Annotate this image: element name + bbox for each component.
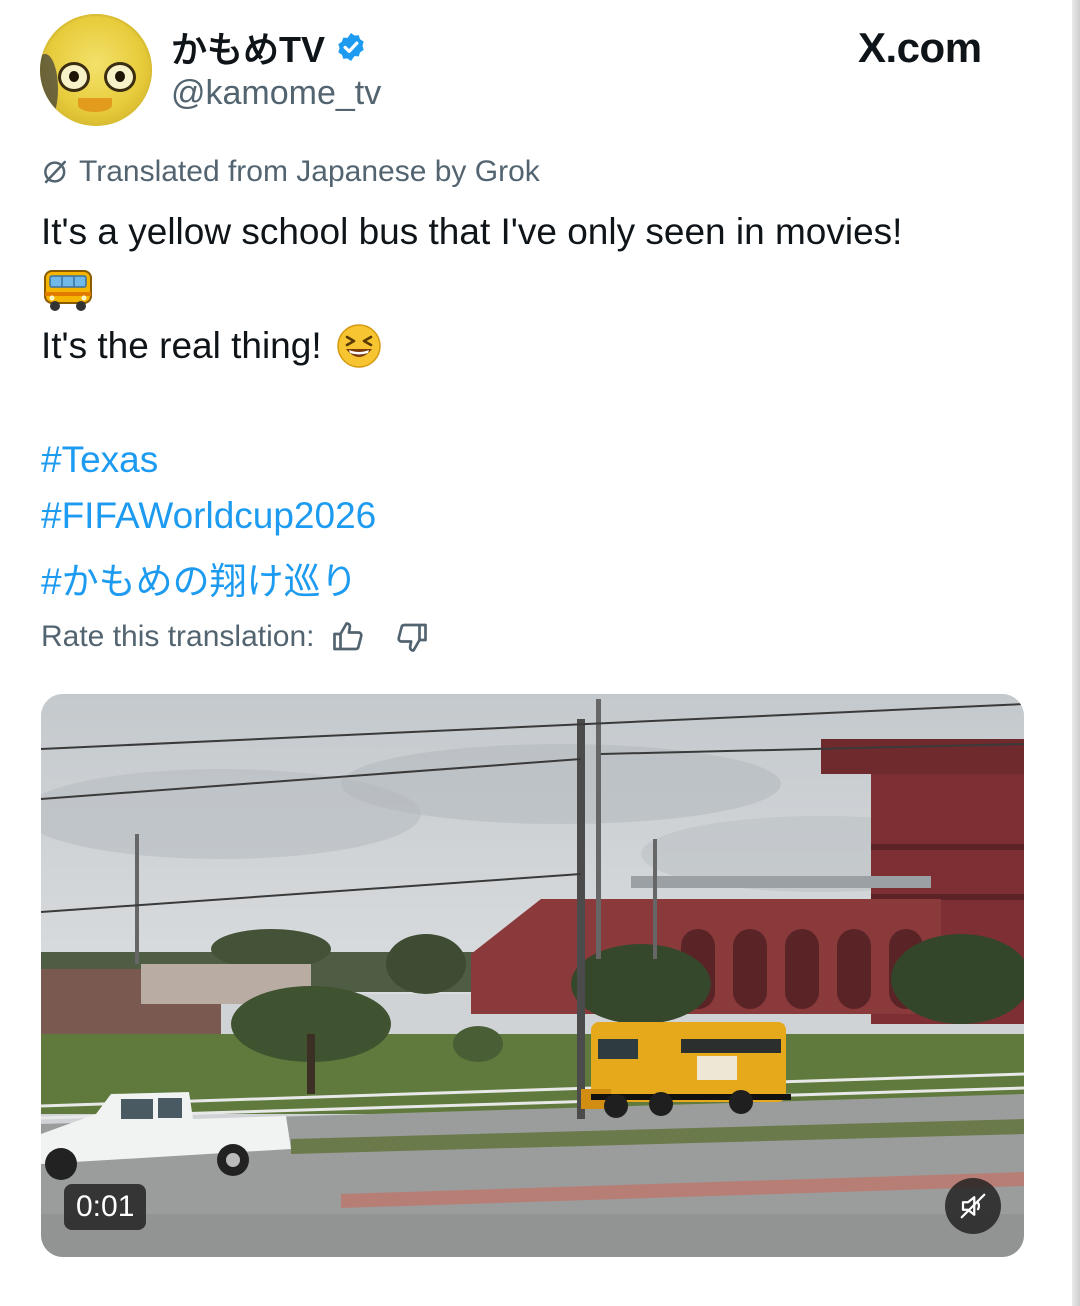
video-player[interactable]: 0:01 [41, 694, 1024, 1257]
school-bus-emoji [44, 270, 92, 311]
cloud [341, 744, 781, 824]
hashtag-link[interactable]: #かもめの翔け巡り [41, 551, 358, 605]
tree [453, 1026, 503, 1062]
screenshot-edge [1072, 0, 1080, 1306]
light-pole [596, 699, 601, 959]
tweet-text-line-3: It's the real thing! [41, 323, 382, 369]
author-name-row[interactable]: かもめTV [171, 24, 367, 70]
muted-speaker-icon [960, 1193, 986, 1219]
thumbs-down-icon[interactable] [394, 619, 430, 655]
stadium-roof [631, 876, 931, 888]
avatar-beak [78, 98, 112, 112]
tree [211, 929, 331, 969]
rate-translation-label: Rate this translation: [41, 620, 315, 653]
tree-trunk [307, 1034, 315, 1094]
utility-pole [577, 719, 585, 1119]
display-name[interactable]: かもめTV [171, 21, 325, 73]
tower-band [871, 844, 1024, 850]
light-pole [653, 839, 657, 959]
site-watermark: X.com [858, 24, 982, 71]
translation-label: Translated from Japanese by Grok [79, 155, 540, 188]
light-pole [135, 834, 139, 964]
video-frame [41, 694, 1024, 1257]
avatar-left-eye [58, 62, 90, 92]
rate-translation-row: Rate this translation: [41, 619, 430, 655]
translate-icon [44, 160, 66, 184]
avatar-shadow [40, 54, 58, 124]
profile-avatar[interactable] [40, 14, 152, 126]
hashtag-link[interactable]: #FIFAWorldcup2026 [41, 495, 376, 537]
translation-notice: Translated from Japanese by Grok [41, 155, 540, 189]
tree [386, 934, 466, 994]
grinning-squinting-face-emoji [336, 324, 381, 368]
author-handle[interactable]: @kamome_tv [171, 74, 381, 113]
avatar-right-eye [104, 62, 136, 92]
thumbs-up-icon[interactable] [330, 619, 366, 655]
tree [571, 944, 711, 1024]
tweet-screenshot: かもめTV @kamome_tv X.com Translated from J… [0, 0, 1080, 1306]
hashtag-link[interactable]: #Texas [41, 439, 158, 481]
bottom-shade [41, 1214, 1024, 1257]
video-timestamp: 0:01 [64, 1184, 147, 1230]
tweet-text-line-3-text: It's the real thing! [41, 325, 322, 366]
tweet-text-line-1: It's a yellow school bus that I've only … [41, 211, 903, 252]
mute-button[interactable] [945, 1178, 1001, 1234]
verified-badge-icon [338, 33, 364, 61]
